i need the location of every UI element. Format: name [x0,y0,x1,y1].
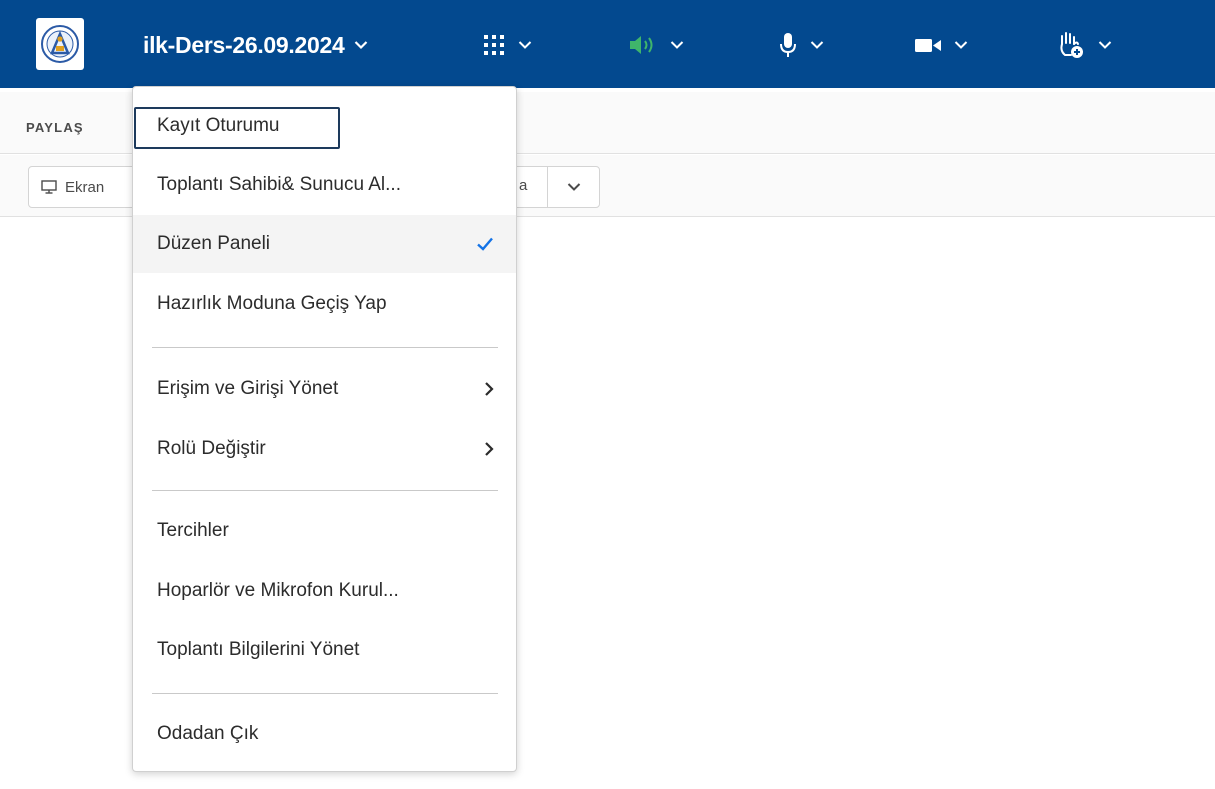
menu-separator [152,693,498,694]
menu-item-label: Odadan Çık [157,723,259,744]
share-pod-title: PAYLAŞ [26,120,84,135]
chevron-down-icon [518,41,532,49]
chevron-down-icon [355,41,368,50]
organization-logo [36,18,84,70]
menu-item-label: Hazırlık Moduna Geçiş Yap [157,293,387,314]
chevron-right-icon [485,382,494,396]
menu-item-label: Erişim ve Girişi Yönet [157,378,339,399]
checkmark-icon [477,237,493,251]
meeting-dropdown-menu: Kayıt Oturumu Toplantı Sahibi& Sunucu Al… [132,86,517,772]
chevron-right-icon [485,442,494,456]
raise-hand-menu-button[interactable] [1056,28,1112,62]
share-screen-label: Ekran [65,178,105,196]
menu-item-label: Tercihler [157,520,229,541]
speaker-icon [630,36,653,54]
chevron-down-icon [810,41,824,49]
menu-separator [152,347,498,348]
chevron-down-icon [954,41,968,49]
apps-menu-button[interactable] [482,28,532,62]
menu-item-label: Kayıt Oturumu [157,115,280,136]
menu-item-label: Düzen Paneli [157,233,271,254]
monitor-icon [41,180,57,194]
menu-item-label: Rolü Değiştir [157,438,266,459]
microphone-menu-button[interactable] [778,28,824,62]
speaker-menu-button[interactable] [628,28,684,62]
menu-item-get-host-presenter[interactable]: Toplantı Sahibi& Sunucu Al... [133,156,516,214]
camera-menu-button[interactable] [914,28,968,62]
menu-item-audio-setup[interactable]: Hoparlör ve Mikrofon Kurul... [133,562,516,620]
chevron-down-icon [670,41,684,49]
share-options-dropdown-button[interactable] [547,167,599,207]
menu-item-prepare-mode[interactable]: Hazırlık Moduna Geçiş Yap [133,275,516,333]
menu-item-record-session[interactable]: Kayıt Oturumu [133,97,516,155]
menu-separator [152,490,498,491]
menu-item-preferences[interactable]: Tercihler [133,502,516,560]
camera-icon [915,39,941,52]
menu-item-manage-access[interactable]: Erişim ve Girişi Yönet [133,360,516,418]
menu-item-label: Toplantı Sahibi& Sunucu Al... [157,174,401,195]
menu-item-exit-room[interactable]: Odadan Çık [133,705,516,763]
apps-grid-icon [484,35,504,55]
menu-item-label: Toplantı Bilgilerini Yönet [157,639,360,660]
microphone-icon [780,33,796,57]
menu-item-change-role[interactable]: Rolü Değiştir [133,420,516,478]
meeting-title: ilk-Ders-26.09.2024 [143,31,345,58]
chevron-down-icon [1098,41,1112,49]
menu-item-layout-panel[interactable]: Düzen Paneli [133,215,516,273]
menu-item-label: Hoparlör ve Mikrofon Kurul... [157,580,399,601]
top-bar: ilk-Ders-26.09.2024 [0,0,1215,88]
chevron-down-icon [567,183,580,191]
raise-hand-icon [1060,32,1083,58]
meeting-menu-button[interactable]: ilk-Ders-26.09.2024 [143,30,368,60]
menu-item-manage-meeting-info[interactable]: Toplantı Bilgilerini Yönet [133,621,516,679]
share-button-label-tail: a [519,177,528,194]
